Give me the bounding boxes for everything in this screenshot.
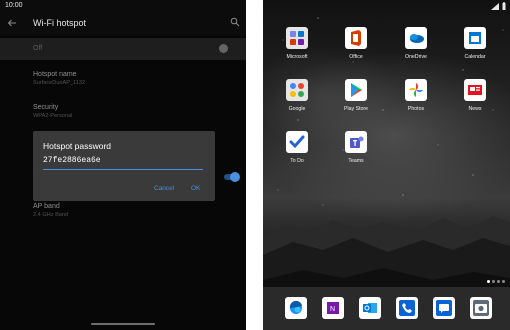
status-bar: 10:00 [0, 0, 246, 12]
office-icon [345, 27, 367, 49]
app-label: News [468, 106, 482, 112]
password-dialog: Hotspot password Cancel OK [33, 131, 215, 201]
home-screen: Microsoft Office OneDrive Calendar Googl… [263, 0, 510, 330]
photos-icon [405, 79, 427, 101]
app-photos[interactable]: Photos [394, 79, 438, 112]
app-label: Photos [407, 106, 425, 112]
app-office[interactable]: Office [334, 27, 378, 60]
app-teams[interactable]: Teams [334, 131, 378, 164]
teams-icon [345, 131, 367, 153]
app-todo[interactable]: To Do [275, 131, 319, 164]
page-title: Wi-Fi hotspot [33, 18, 87, 28]
dock: N [263, 287, 510, 330]
app-news[interactable]: News [453, 79, 497, 112]
settings-screen: 10:00 Wi-Fi hotspot Off Hotspot name Sur… [0, 0, 246, 330]
password-input[interactable] [43, 155, 203, 170]
camera-icon[interactable] [470, 297, 492, 319]
dialog-title: Hotspot password [43, 141, 112, 151]
ok-button[interactable]: OK [191, 185, 200, 192]
gesture-bar[interactable] [91, 323, 155, 325]
calendar-icon [464, 27, 486, 49]
todo-icon [286, 131, 308, 153]
phone-icon[interactable] [396, 297, 418, 319]
app-label: To Do [290, 158, 304, 164]
page-indicator [487, 280, 507, 284]
signal-icon [491, 3, 499, 10]
news-icon [464, 79, 486, 101]
status-time: 10:00 [5, 2, 23, 9]
auto-off-toggle[interactable] [224, 171, 240, 183]
outlook-icon[interactable] [359, 297, 381, 319]
microsoft-folder-icon [286, 27, 308, 49]
battery-icon [502, 2, 506, 10]
svg-text:N: N [330, 306, 335, 313]
search-icon[interactable] [230, 17, 240, 27]
messages-icon[interactable] [433, 297, 455, 319]
cancel-button[interactable]: Cancel [154, 185, 174, 192]
app-play-store[interactable]: Play Store [334, 79, 378, 112]
app-google[interactable]: Google [275, 79, 319, 112]
hinge [246, 0, 263, 330]
dual-screen: 10:00 Wi-Fi hotspot Off Hotspot name Sur… [0, 0, 510, 330]
app-label: Google [288, 106, 306, 112]
app-calendar[interactable]: Calendar [453, 27, 497, 60]
toolbar: Wi-Fi hotspot [0, 12, 246, 34]
app-label: Teams [348, 158, 364, 164]
app-label: Office [349, 54, 363, 60]
app-label: Microsoft [286, 54, 308, 60]
app-label: OneDrive [405, 54, 427, 60]
onedrive-icon [405, 27, 427, 49]
play-store-icon [345, 79, 367, 101]
app-label: Play Store [344, 106, 368, 112]
arrow-back-icon[interactable] [7, 18, 17, 28]
edge-icon[interactable] [285, 297, 307, 319]
app-onedrive[interactable]: OneDrive [394, 27, 438, 60]
google-folder-icon [286, 79, 308, 101]
onenote-icon[interactable]: N [322, 297, 344, 319]
app-microsoft[interactable]: Microsoft [275, 27, 319, 60]
app-label: Calendar [464, 54, 486, 60]
